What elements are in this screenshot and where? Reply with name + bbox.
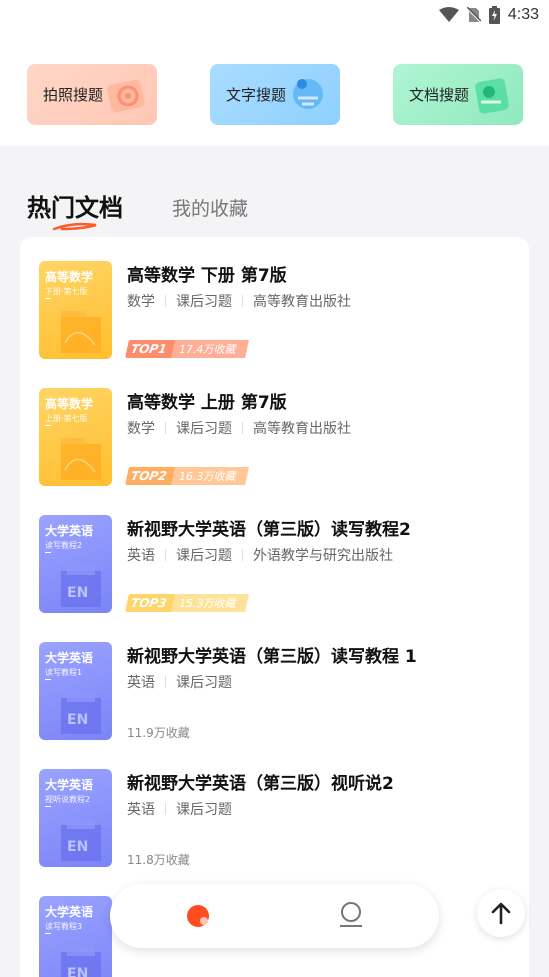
doc-tag: 课后习题 <box>176 421 232 437</box>
doc-search-label: 文档搜题 <box>409 86 470 104</box>
book-cover: 高等数学 下册·第七版 <box>39 261 112 359</box>
photo-search-button[interactable]: 拍照搜题 <box>27 64 157 125</box>
favorite-count: 16.3万收藏 <box>170 467 248 485</box>
rank-label: TOP1 <box>125 340 177 358</box>
doc-tag: 英语 <box>127 802 155 818</box>
svg-text:EN: EN <box>67 839 88 855</box>
cover-subtitle: 视听说教程2 <box>45 795 91 804</box>
search-toolbar: 拍照搜题 文字搜题 文档搜题 <box>0 34 549 146</box>
photo-search-label: 拍照搜题 <box>43 86 104 104</box>
doc-tag: 数学 <box>127 294 155 310</box>
cover-subtitle: 读写教程3 <box>45 922 83 931</box>
arrow-up-icon <box>491 902 511 925</box>
cover-title: 高等数学 <box>45 397 94 411</box>
list-item[interactable]: 大学英语 读写教程1 EN 新视野大学英语（第三版）读写教程 1 英语 课后习题… <box>20 618 529 745</box>
list-item[interactable]: 高等数学 下册·第七版 高等数学 下册 第7版 数学 课后习题 高等教育出版社 … <box>20 237 529 364</box>
doc-title: 新视野大学英语（第三版）读写教程 1 <box>127 647 417 667</box>
wifi-icon <box>438 7 459 22</box>
book-cover: 大学英语 读写教程3 EN <box>39 896 112 977</box>
doc-tag: 课后习题 <box>176 675 232 691</box>
text-search-button[interactable]: 文字搜题 <box>210 64 340 125</box>
svg-text:EN: EN <box>67 966 88 977</box>
doc-tag: 英语 <box>127 675 155 691</box>
tab-my-favorites[interactable]: 我的收藏 <box>172 194 248 221</box>
cover-subtitle: 读写教程1 <box>45 668 83 677</box>
doc-title: 新视野大学英语（第三版）视听说2 <box>127 774 394 794</box>
svg-text:EN: EN <box>67 712 88 728</box>
rank-label: TOP2 <box>125 467 177 485</box>
list-item[interactable]: 大学英语 视听说教程2 EN 新视野大学英语（第三版）视听说2 英语 课后习题 … <box>20 745 529 872</box>
profile-icon[interactable] <box>338 901 364 929</box>
tab-active-underline <box>52 222 97 231</box>
tab-hot-docs[interactable]: 热门文档 <box>27 188 123 223</box>
doc-tag: 数学 <box>127 421 155 437</box>
list-item[interactable]: 大学英语 读写教程2 EN 新视野大学英语（第三版）读写教程2 英语 课后习题 … <box>20 491 529 618</box>
english-book-icon: EN <box>61 565 101 607</box>
list-item[interactable]: 高等数学 上册·第七版 高等数学 上册 第7版 数学 课后习题 高等教育出版社 … <box>20 364 529 491</box>
book-cover: 大学英语 视听说教程2 EN <box>39 769 112 867</box>
battery-charging-icon <box>488 6 500 24</box>
doc-tag: 外语教学与研究出版社 <box>253 548 393 564</box>
doc-tag: 高等教育出版社 <box>253 294 351 310</box>
rank-label: TOP3 <box>125 594 177 612</box>
back-to-top-button[interactable] <box>477 889 525 937</box>
math-book-icon <box>61 438 101 480</box>
doc-title: 高等数学 上册 第7版 <box>127 393 287 413</box>
no-sim-icon <box>466 7 481 23</box>
english-book-icon: EN <box>61 819 101 861</box>
book-cover: 大学英语 读写教程2 EN <box>39 515 112 613</box>
cover-title: 高等数学 <box>45 270 94 284</box>
favorite-count: 17.4万收藏 <box>170 340 248 358</box>
home-icon[interactable] <box>185 903 213 931</box>
favorite-count: 11.9万收藏 <box>127 726 190 740</box>
doc-tags: 英语 课后习题 <box>127 799 232 819</box>
doc-tag: 课后习题 <box>176 802 232 818</box>
doc-tags: 数学 课后习题 高等教育出版社 <box>127 418 351 438</box>
bottom-nav <box>110 884 439 948</box>
math-book-icon <box>61 311 101 353</box>
favorite-count: 11.8万收藏 <box>127 853 190 867</box>
book-cover: 大学英语 读写教程1 EN <box>39 642 112 740</box>
cover-subtitle: 读写教程2 <box>45 541 83 550</box>
cover-subtitle: 上册·第七版 <box>45 414 88 423</box>
doc-tags: 英语 课后习题 外语教学与研究出版社 <box>127 545 393 565</box>
rank-badge: TOP2 16.3万收藏 <box>125 467 248 485</box>
doc-tags: 数学 课后习题 高等教育出版社 <box>127 291 351 311</box>
book-cover: 高等数学 上册·第七版 <box>39 388 112 486</box>
document-search-icon <box>475 78 509 114</box>
rank-badge: TOP3 15.3万收藏 <box>125 594 248 612</box>
cover-title: 大学英语 <box>45 651 94 665</box>
doc-title: 新视野大学英语（第三版）读写教程2 <box>127 520 411 540</box>
text-search-label: 文字搜题 <box>226 86 287 104</box>
favorite-count: 15.3万收藏 <box>170 594 248 612</box>
doc-tag: 课后习题 <box>176 294 232 310</box>
cover-title: 大学英语 <box>45 524 94 538</box>
status-bar: 4:33 <box>0 0 549 34</box>
doc-tag: 课后习题 <box>176 548 232 564</box>
svg-text:EN: EN <box>67 585 88 601</box>
english-book-icon: EN <box>61 946 101 977</box>
tab-bar: 热门文档 我的收藏 <box>0 146 549 236</box>
document-list: 高等数学 下册·第七版 高等数学 下册 第7版 数学 课后习题 高等教育出版社 … <box>20 237 529 977</box>
camera-icon <box>107 79 145 113</box>
cover-subtitle: 下册·第七版 <box>45 287 88 296</box>
english-book-icon: EN <box>61 692 101 734</box>
doc-tag: 英语 <box>127 548 155 564</box>
doc-search-button[interactable]: 文档搜题 <box>393 64 523 125</box>
cover-title: 大学英语 <box>45 905 94 919</box>
doc-tag: 高等教育出版社 <box>253 421 351 437</box>
text-search-icon <box>293 79 323 109</box>
doc-tags: 英语 课后习题 <box>127 672 232 692</box>
doc-title: 高等数学 下册 第7版 <box>127 266 287 286</box>
status-time: 4:33 <box>507 6 539 23</box>
rank-badge: TOP1 17.4万收藏 <box>125 340 248 358</box>
cover-title: 大学英语 <box>45 778 94 792</box>
